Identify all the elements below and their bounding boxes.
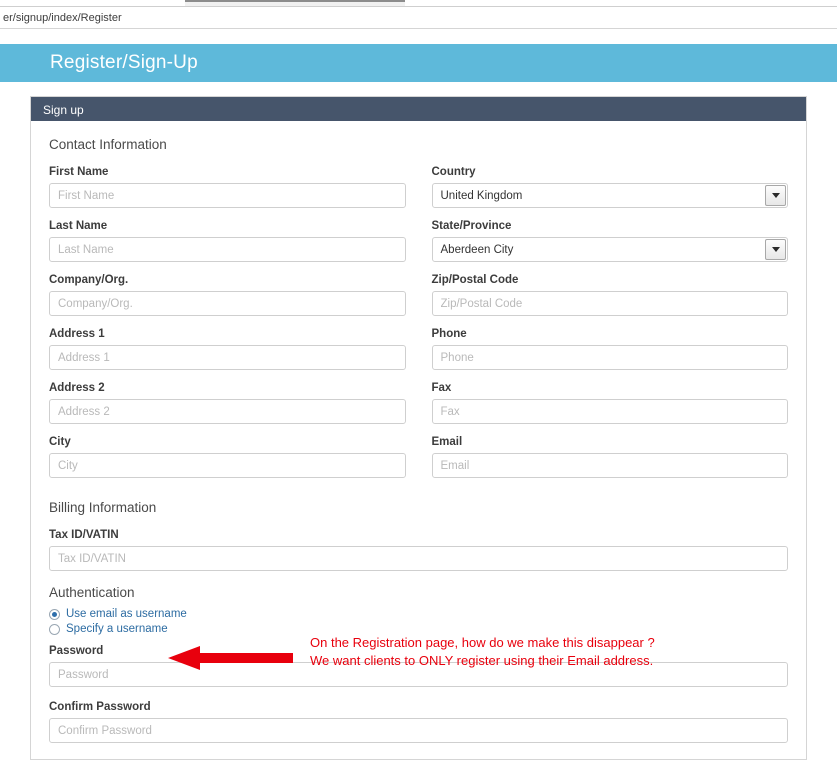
annotation-text: On the Registration page, how do we make…: [310, 634, 655, 670]
form-row: City Email: [49, 436, 788, 478]
page-banner: Register/Sign-Up: [0, 44, 837, 82]
label-last-name: Last Name: [49, 220, 108, 232]
page-title: Register/Sign-Up: [50, 52, 198, 73]
label-address-2: Address 2: [49, 382, 105, 394]
label-confirm-password: Confirm Password: [49, 701, 151, 713]
section-contact-information: Contact Information: [49, 137, 167, 152]
label-state-province: State/Province: [431, 220, 512, 232]
field-company-org: Company/Org.: [49, 274, 406, 316]
label-city: City: [49, 436, 71, 448]
panel-heading: Sign up: [31, 97, 806, 121]
chrome-spacer: [0, 29, 837, 44]
field-address-1: Address 1: [49, 328, 406, 370]
field-phone: Phone: [431, 328, 788, 370]
section-authentication: Authentication: [49, 585, 135, 600]
annotation-line-2: We want clients to ONLY register using t…: [310, 653, 654, 668]
radio-use-email-label: Use email as username: [66, 608, 187, 620]
label-address-1: Address 1: [49, 328, 105, 340]
address-bar-url: er/signup/index/Register: [3, 11, 122, 24]
browser-tab-strip: [0, 0, 837, 7]
state-province-select[interactable]: Aberdeen City: [431, 237, 788, 262]
first-name-input[interactable]: [49, 183, 406, 208]
field-last-name: Last Name: [49, 220, 406, 262]
field-confirm-password: Confirm Password: [49, 701, 788, 743]
address-1-input[interactable]: [49, 345, 406, 370]
address-2-input[interactable]: [49, 399, 406, 424]
country-select[interactable]: United Kingdom: [431, 183, 788, 208]
field-zip-postal-code: Zip/Postal Code: [431, 274, 788, 316]
annotation-line-1: On the Registration page, how do we make…: [310, 635, 655, 650]
label-email: Email: [431, 436, 463, 448]
field-city: City: [49, 436, 406, 478]
section-billing-information: Billing Information: [49, 500, 157, 515]
chevron-down-icon[interactable]: [765, 185, 786, 206]
field-address-2: Address 2: [49, 382, 406, 424]
label-country: Country: [431, 166, 476, 178]
tax-id-input[interactable]: [49, 546, 788, 571]
label-first-name: First Name: [49, 166, 109, 178]
form-row: Last Name State/Province Aberdeen City: [49, 220, 788, 262]
radio-selected-icon[interactable]: [49, 608, 60, 620]
country-select-value: United Kingdom: [431, 183, 788, 208]
field-country: Country United Kingdom: [431, 166, 788, 208]
company-org-input[interactable]: [49, 291, 406, 316]
field-first-name: First Name: [49, 166, 406, 208]
field-fax: Fax: [431, 382, 788, 424]
confirm-password-input[interactable]: [49, 718, 788, 743]
active-tab[interactable]: [185, 0, 405, 6]
city-input[interactable]: [49, 453, 406, 478]
field-state-province: State/Province Aberdeen City: [431, 220, 788, 262]
phone-input[interactable]: [431, 345, 788, 370]
form-row: Address 1 Phone: [49, 328, 788, 370]
form-row: First Name Country United Kingdom: [49, 166, 788, 208]
address-bar[interactable]: er/signup/index/Register: [0, 7, 837, 29]
form-row: Company/Org. Zip/Postal Code: [49, 274, 788, 316]
label-phone: Phone: [431, 328, 467, 340]
label-zip-postal-code: Zip/Postal Code: [431, 274, 519, 286]
radio-unselected-icon[interactable]: [49, 623, 60, 635]
state-province-select-value: Aberdeen City: [431, 237, 788, 262]
auth-options: Use email as username Specify a username: [49, 608, 788, 635]
chevron-down-icon[interactable]: [765, 239, 786, 260]
field-email: Email: [431, 436, 788, 478]
zip-postal-code-input[interactable]: [431, 291, 788, 316]
label-fax: Fax: [431, 382, 452, 394]
radio-specify-username-label: Specify a username: [66, 623, 168, 635]
last-name-input[interactable]: [49, 237, 406, 262]
form-row: Address 2 Fax: [49, 382, 788, 424]
annotation-arrow: [168, 646, 293, 670]
field-tax-id: Tax ID/VATIN: [49, 529, 788, 571]
label-company-org: Company/Org.: [49, 274, 129, 286]
email-input[interactable]: [431, 453, 788, 478]
radio-use-email-as-username[interactable]: Use email as username: [49, 608, 788, 620]
fax-input[interactable]: [431, 399, 788, 424]
label-tax-id: Tax ID/VATIN: [49, 529, 119, 541]
